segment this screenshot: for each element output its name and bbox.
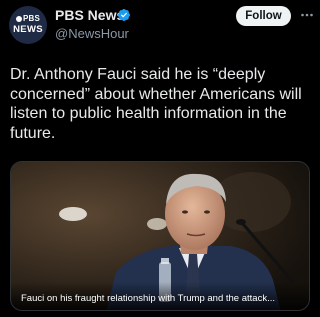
verified-badge-icon xyxy=(118,9,130,21)
link-card[interactable]: Fauci on his fraught relationship with T… xyxy=(10,161,310,311)
pbs-news-logo: PBS NEWS xyxy=(13,14,43,35)
ellipsis-icon[interactable] xyxy=(300,8,314,22)
follow-button[interactable]: Follow xyxy=(236,6,291,26)
account-handle[interactable]: @NewsHour xyxy=(55,26,129,41)
post-text: Dr. Anthony Fauci said he is “deeply con… xyxy=(10,66,302,142)
avatar[interactable]: PBS NEWS xyxy=(9,6,47,44)
link-card-caption[interactable]: Fauci on his fraught relationship with T… xyxy=(21,293,303,304)
display-name[interactable]: PBS News xyxy=(55,7,124,23)
